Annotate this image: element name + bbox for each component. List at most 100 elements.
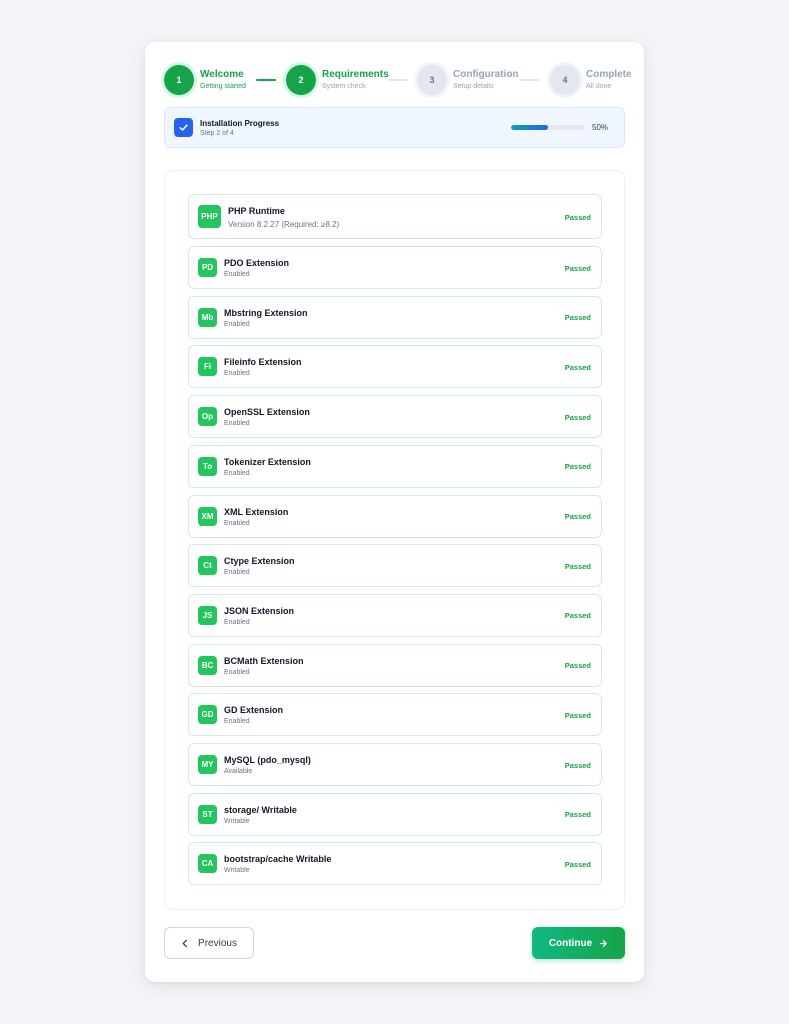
requirement-name: bootstrap/cache Writable — [224, 854, 332, 865]
requirement-row: XM XML Extension Enabled Passed — [188, 494, 602, 538]
step-number-badge: 1 — [164, 65, 194, 95]
requirement-detail: Enabled — [224, 469, 250, 477]
step-title: Welcome — [200, 69, 244, 80]
requirement-row: Mb Mbstring Extension Enabled Passed — [188, 295, 602, 339]
requirement-badge-icon: Ct — [198, 556, 217, 576]
check-icon — [174, 118, 193, 137]
requirement-detail: Enabled — [224, 271, 250, 278]
requirement-detail: Writable — [224, 867, 250, 875]
requirement-name: Mbstring Extension — [224, 307, 308, 318]
requirement-row: ST storage/ Writable Writable Passed — [188, 792, 602, 836]
requirement-name: MySQL (pdo_mysql) — [224, 755, 311, 765]
step-welcome[interactable]: 1 Welcome Getting started — [164, 64, 246, 96]
requirement-detail: Writable — [224, 817, 250, 825]
previous-button-label: Previous — [198, 937, 237, 949]
stepper: 1 Welcome Getting started 2 Requirements… — [164, 64, 632, 96]
arrow-right-icon — [599, 939, 608, 948]
requirement-status: Passed — [564, 313, 591, 323]
requirement-status: Passed — [564, 611, 591, 621]
requirement-detail: Enabled — [224, 420, 250, 428]
step-subtitle: All done — [586, 83, 612, 90]
step-connector — [256, 79, 276, 81]
requirement-status: Passed — [564, 760, 591, 770]
continue-button-label: Continue — [548, 937, 593, 949]
requirement-badge-icon: MY — [198, 755, 217, 774]
progress-bar — [511, 125, 585, 130]
requirement-name: OpenSSL Extension — [224, 407, 310, 418]
requirements-list: PHP PHP Runtime Version 8.2.27 (Required: … — [164, 170, 625, 910]
requirement-detail: Available — [224, 768, 253, 775]
requirement-detail: Enabled — [224, 320, 250, 328]
progress-bar-fill — [511, 125, 548, 130]
requirement-row: MY MySQL (pdo_mysql) Available Passed — [188, 743, 602, 786]
step-title: Complete — [586, 69, 632, 80]
requirement-row: To Tokenizer Extension Enabled Passed — [188, 444, 602, 488]
requirement-name: XML Extension — [224, 506, 289, 517]
requirement-row: Ct Ctype Extension Enabled Passed — [188, 544, 602, 588]
requirement-status: Passed — [564, 512, 591, 521]
requirement-name: PDO Extension — [224, 258, 290, 268]
requirement-name: JSON Extension — [224, 605, 295, 616]
requirement-badge-icon: CA — [198, 854, 217, 874]
requirement-detail: Version 8.2.27 (Required: ≥8.2) — [228, 220, 340, 229]
requirement-badge-icon: XM — [198, 506, 217, 526]
requirement-row: Op OpenSSL Extension Enabled Passed — [188, 395, 602, 439]
previous-button[interactable]: Previous — [164, 927, 254, 959]
requirement-name: storage/ Writable — [224, 804, 297, 815]
requirement-status: Passed — [564, 362, 591, 372]
requirement-status: Passed — [564, 212, 591, 222]
requirement-detail: Enabled — [224, 718, 250, 726]
installation-progress-panel: Installation Progress Step 2 of 4 50% — [164, 107, 625, 148]
requirement-detail: Enabled — [224, 519, 250, 527]
progress-title: Installation Progress — [200, 119, 280, 128]
continue-button[interactable]: Continue — [532, 927, 625, 959]
requirement-badge-icon: BC — [198, 655, 217, 675]
requirement-badge-icon: Fi — [198, 357, 217, 377]
requirement-badge-icon: Mb — [198, 307, 217, 327]
requirement-status: Passed — [564, 462, 591, 472]
step-connector — [520, 79, 540, 81]
step-configuration[interactable]: 3 Configuration Setup details — [417, 64, 519, 96]
requirement-badge-icon: Op — [198, 407, 217, 427]
requirement-detail: Enabled — [224, 668, 250, 676]
requirement-name: GD Extension — [224, 705, 284, 716]
step-title: Requirements — [322, 69, 389, 80]
step-complete[interactable]: 4 Complete All done — [550, 64, 632, 96]
requirement-name: BCMath Extension — [224, 655, 304, 666]
chevron-left-icon — [181, 939, 189, 948]
step-subtitle: Getting started — [200, 83, 246, 90]
requirement-row: CA bootstrap/cache Writable Writable Passed — [188, 842, 602, 886]
requirement-name: Fileinfo Extension — [224, 357, 302, 368]
requirement-badge-icon: To — [198, 456, 217, 476]
requirement-row: PHP PHP Runtime Version 8.2.27 (Required: … — [188, 194, 602, 239]
requirement-status: Passed — [564, 710, 591, 720]
progress-percent: 50% — [592, 123, 609, 132]
requirement-status: Passed — [564, 263, 591, 273]
step-number-badge: 4 — [550, 65, 580, 95]
step-requirements[interactable]: 2 Requirements System check — [286, 64, 389, 96]
requirement-detail: Enabled — [224, 569, 250, 577]
requirement-detail: Enabled — [224, 618, 250, 626]
requirement-status: Passed — [564, 859, 591, 869]
requirement-badge-icon: JS — [198, 605, 217, 625]
requirement-status: Passed — [564, 810, 591, 820]
requirement-badge-icon: PD — [198, 258, 217, 277]
step-subtitle: System check — [322, 83, 366, 90]
requirement-badge-icon: GD — [198, 705, 217, 725]
requirement-row: GD GD Extension Enabled Passed — [188, 693, 602, 737]
requirement-status: Passed — [564, 661, 591, 671]
requirement-status: Passed — [564, 561, 591, 571]
step-title: Configuration — [453, 69, 519, 80]
step-number-badge: 3 — [417, 65, 447, 95]
progress-subtitle: Step 2 of 4 — [200, 130, 234, 137]
step-number-badge: 2 — [286, 65, 316, 95]
requirement-badge-icon: ST — [198, 804, 217, 824]
requirement-row: BC BCMath Extension Enabled Passed — [188, 643, 602, 687]
requirement-row: PD PDO Extension Enabled Passed — [188, 246, 602, 289]
requirement-detail: Enabled — [224, 370, 250, 378]
requirement-name: Tokenizer Extension — [224, 456, 311, 467]
step-connector — [388, 79, 408, 81]
requirement-row: JS JSON Extension Enabled Passed — [188, 593, 602, 637]
step-subtitle: Setup details — [453, 83, 494, 90]
installer-card: 1 Welcome Getting started 2 Requirements… — [145, 42, 644, 982]
